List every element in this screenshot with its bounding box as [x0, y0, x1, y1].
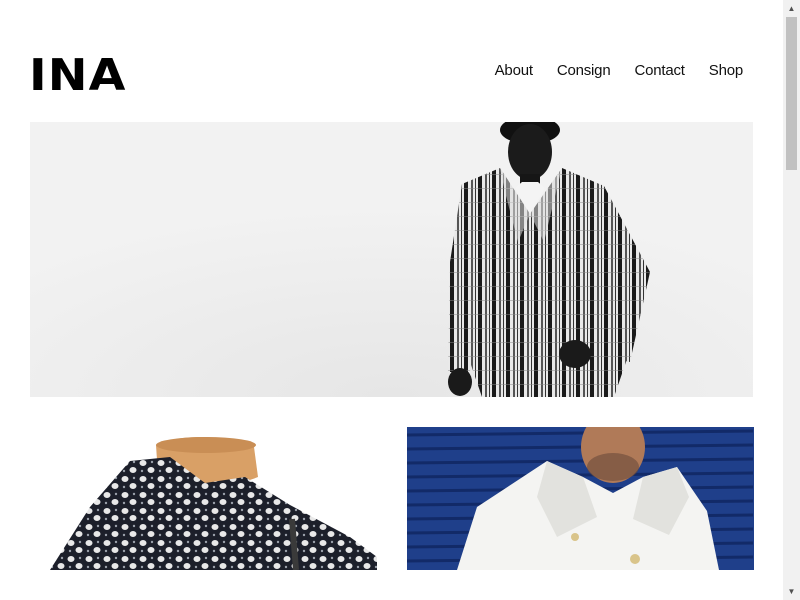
nav-link-shop[interactable]: Shop — [709, 62, 743, 79]
product-tile-white-coat[interactable] — [407, 427, 754, 570]
knit-jacket-photo-illustration — [30, 427, 377, 570]
site-logo[interactable]: INA — [29, 54, 126, 98]
white-coat-photo-illustration — [407, 427, 754, 570]
page: INA About Consign Contact Shop — [0, 0, 783, 600]
scroll-up-arrow-icon[interactable]: ▲ — [783, 0, 800, 17]
nav-link-about[interactable]: About — [495, 62, 533, 79]
hero-photo-illustration — [30, 122, 753, 397]
nav-link-contact[interactable]: Contact — [634, 62, 684, 79]
vertical-scrollbar[interactable]: ▲ ▼ — [783, 0, 800, 600]
nav-link-consign[interactable]: Consign — [557, 62, 611, 79]
scrollbar-thumb[interactable] — [786, 17, 797, 170]
product-tile-knit-jacket[interactable] — [30, 427, 377, 570]
scroll-down-arrow-icon[interactable]: ▼ — [783, 583, 800, 600]
main-nav: About Consign Contact Shop — [495, 62, 744, 79]
hero-image[interactable] — [30, 122, 753, 397]
